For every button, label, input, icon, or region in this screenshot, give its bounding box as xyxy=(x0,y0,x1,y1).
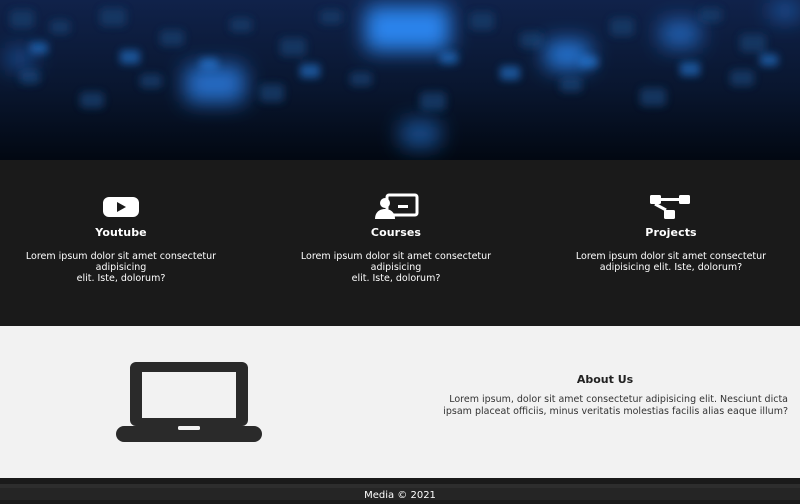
feature-description-line: adipisicing xyxy=(370,262,422,273)
about-title: About Us xyxy=(576,373,634,386)
laptop-icon xyxy=(116,362,262,442)
footer: Media © 2021 xyxy=(0,484,800,501)
feature-youtube: Youtube Lorem ipsum dolor sit amet conse… xyxy=(6,192,236,284)
feature-courses: Courses Lorem ipsum dolor sit amet conse… xyxy=(281,192,511,284)
feature-description-line: Lorem ipsum dolor sit amet consectetur xyxy=(300,251,492,262)
feature-description: Lorem ipsum dolor sit amet consectetur a… xyxy=(6,251,236,284)
hero-image xyxy=(0,0,800,160)
presentation-icon xyxy=(375,193,419,219)
hero-banner xyxy=(0,0,800,160)
feature-projects: Projects Lorem ipsum dolor sit amet cons… xyxy=(556,192,786,273)
feature-description-line: elit. Iste, dolorum? xyxy=(76,273,166,284)
feature-description-line: Lorem ipsum dolor sit amet consectetur xyxy=(575,251,767,262)
feature-title: Projects xyxy=(645,226,697,239)
feature-description-line: adipisicing xyxy=(95,262,147,273)
about-section: About Us Lorem ipsum, dolor sit amet con… xyxy=(0,326,800,478)
feature-title: Courses xyxy=(370,226,422,239)
feature-description-line: elit. Iste, dolorum? xyxy=(351,273,441,284)
project-diagram-icon xyxy=(650,195,690,219)
feature-description: Lorem ipsum dolor sit amet consectetur a… xyxy=(556,251,786,273)
feature-description: Lorem ipsum dolor sit amet consectetur a… xyxy=(281,251,511,284)
about-text: Lorem ipsum, dolor sit amet consectetur … xyxy=(443,394,788,417)
footer-text: Media © 2021 xyxy=(364,490,436,501)
feature-description-line: adipisicing elit. Iste, dolorum? xyxy=(599,262,743,273)
feature-title: Youtube xyxy=(95,226,147,239)
feature-description-line: Lorem ipsum dolor sit amet consectetur xyxy=(25,251,217,262)
youtube-icon xyxy=(103,197,139,217)
features-section: Youtube Lorem ipsum dolor sit amet conse… xyxy=(0,160,800,326)
